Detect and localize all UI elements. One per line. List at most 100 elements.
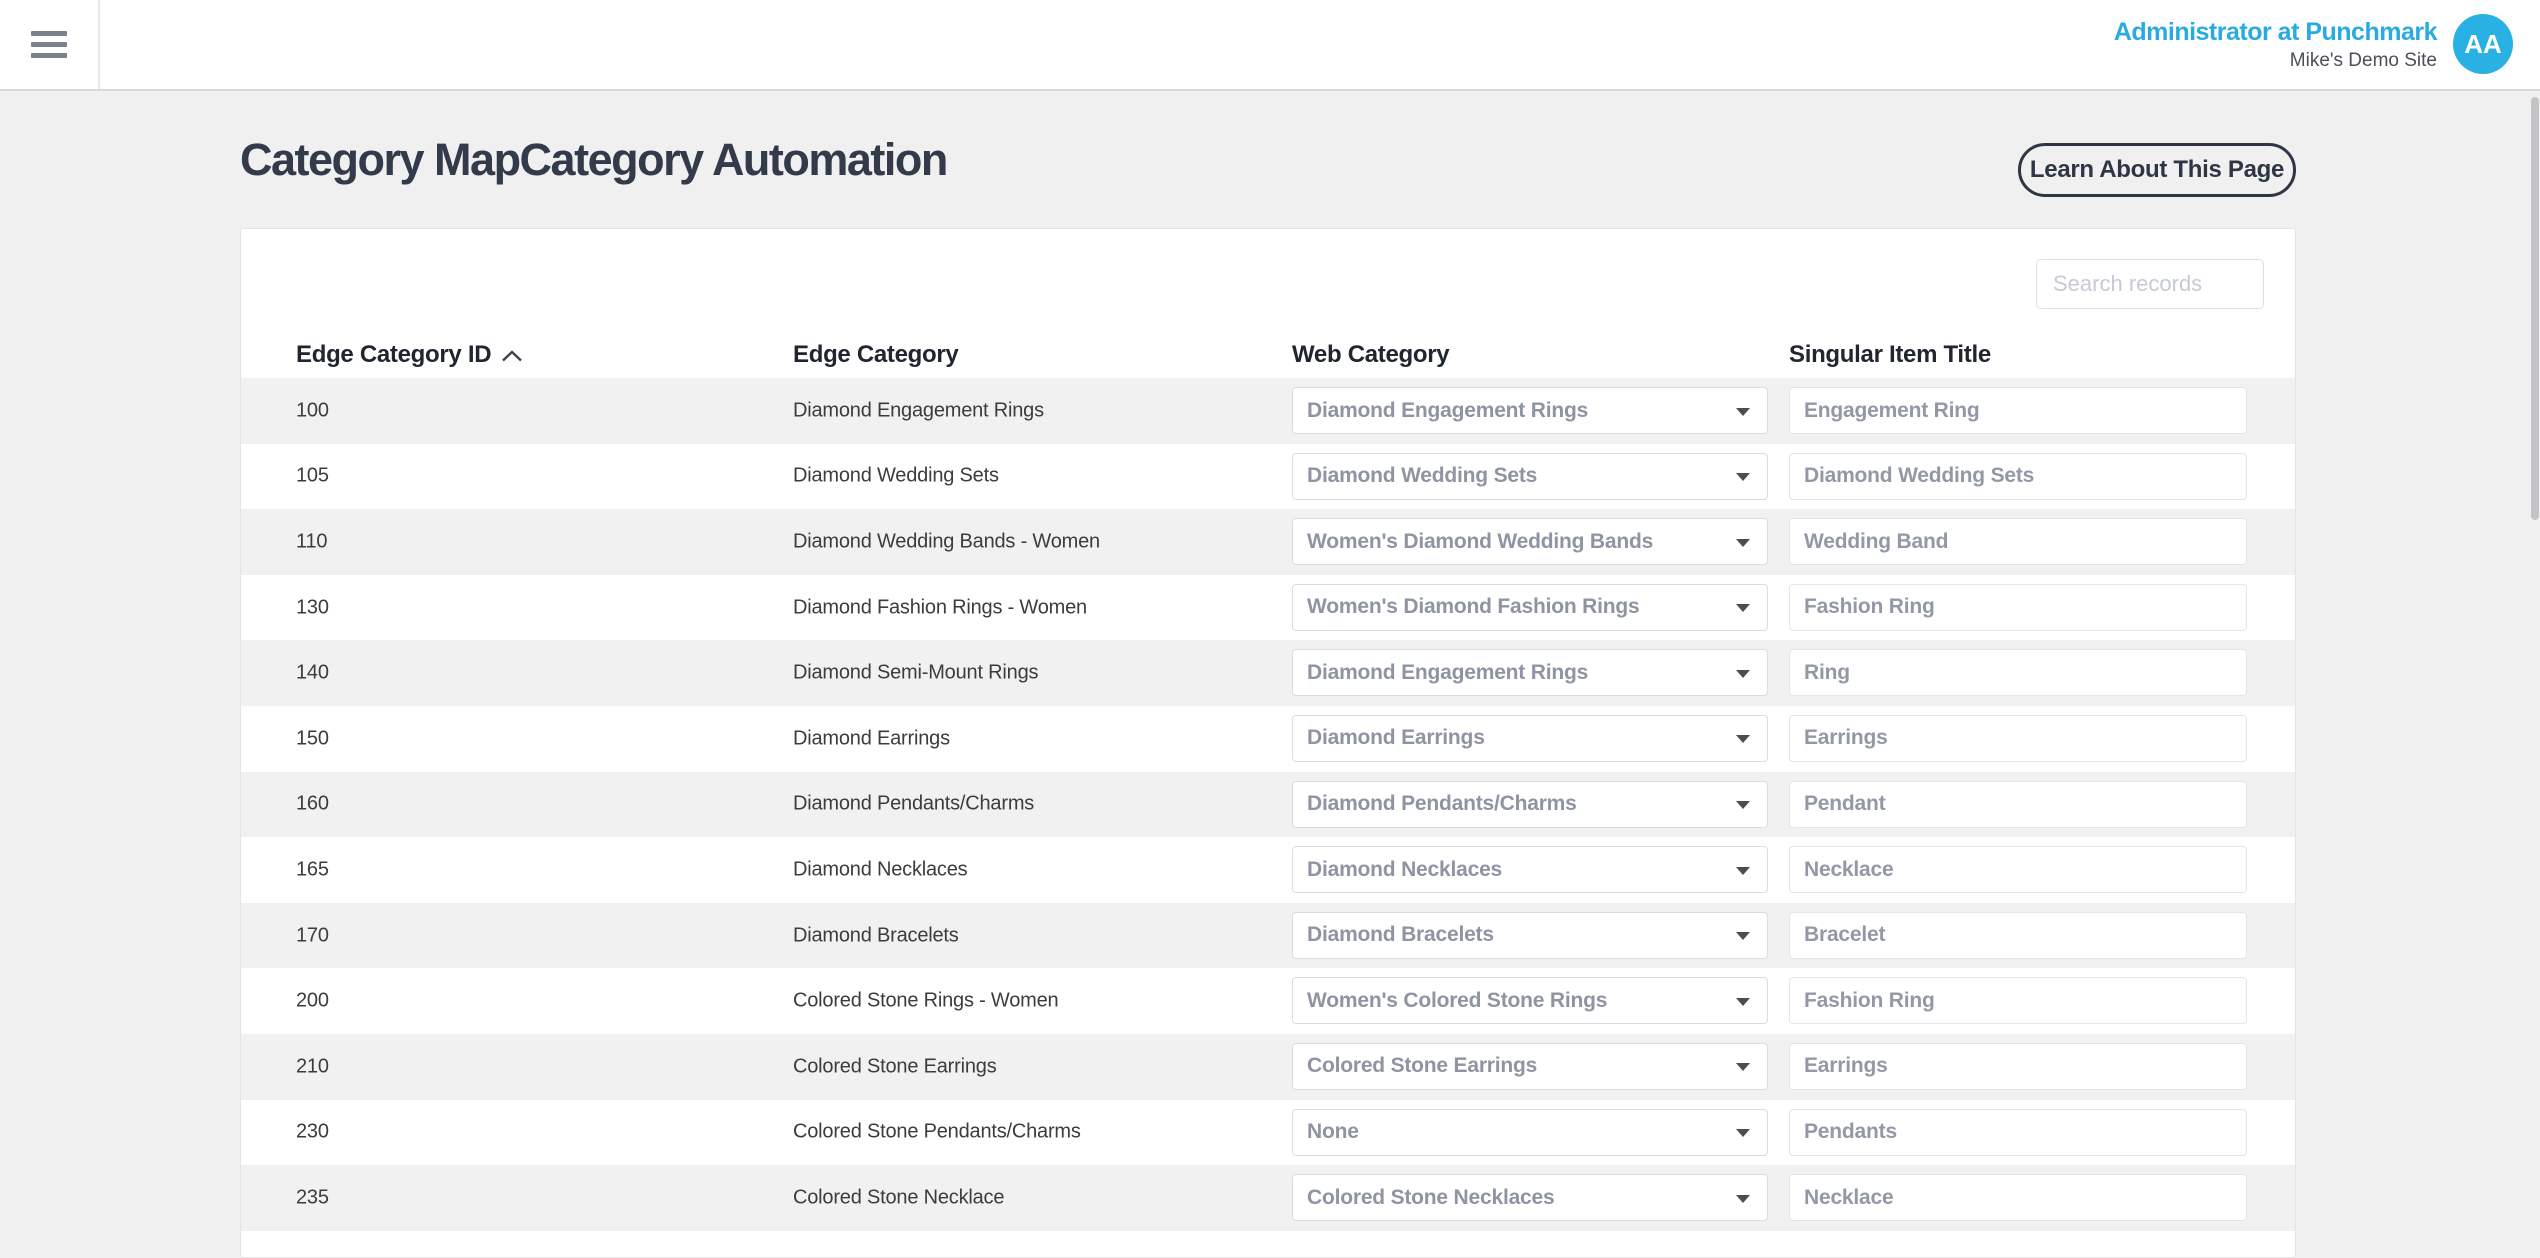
web-category-select[interactable]: Diamond Engagement Rings xyxy=(1292,649,1768,696)
web-category-selected-value: Women's Colored Stone Rings xyxy=(1307,989,1607,1013)
edge-category-id-cell: 230 xyxy=(296,1121,329,1144)
table-row: 140 Diamond Semi-Mount Rings Diamond Eng… xyxy=(241,640,2295,706)
web-category-select[interactable]: Diamond Bracelets xyxy=(1292,912,1768,959)
singular-item-title-input[interactable] xyxy=(1789,387,2247,434)
web-category-select[interactable]: None xyxy=(1292,1109,1768,1156)
chevron-down-icon xyxy=(1736,539,1750,547)
edge-category-cell: Diamond Semi-Mount Rings xyxy=(793,662,1038,685)
chevron-down-icon xyxy=(1736,735,1750,743)
singular-item-title-input[interactable] xyxy=(1789,715,2247,762)
edge-category-id-cell: 170 xyxy=(296,924,329,947)
column-header-singular-item-title: Singular Item Title xyxy=(1789,341,1991,369)
table-row: 150 Diamond Earrings Diamond Earrings xyxy=(241,706,2295,772)
edge-category-id-cell: 235 xyxy=(296,1186,329,1209)
edge-category-cell: Diamond Fashion Rings - Women xyxy=(793,596,1087,619)
edge-category-id-cell: 130 xyxy=(296,596,329,619)
singular-item-title-input[interactable] xyxy=(1789,1174,2247,1221)
column-header-edge-category: Edge Category xyxy=(793,341,958,369)
singular-item-title-input[interactable] xyxy=(1789,453,2247,500)
chevron-down-icon xyxy=(1736,1195,1750,1203)
web-category-select[interactable]: Diamond Pendants/Charms xyxy=(1292,781,1768,828)
singular-item-title-input[interactable] xyxy=(1789,518,2247,565)
web-category-selected-value: Colored Stone Necklaces xyxy=(1307,1186,1555,1210)
search-input[interactable] xyxy=(2036,259,2264,309)
singular-item-title-input[interactable] xyxy=(1789,912,2247,959)
chevron-down-icon xyxy=(1736,801,1750,809)
chevron-down-icon xyxy=(1736,1129,1750,1137)
edge-category-id-cell: 105 xyxy=(296,465,329,488)
table-row: 170 Diamond Bracelets Diamond Bracelets xyxy=(241,903,2295,969)
edge-category-cell: Diamond Necklaces xyxy=(793,858,967,881)
table-row: 130 Diamond Fashion Rings - Women Women'… xyxy=(241,575,2295,641)
column-header-label: Edge Category ID xyxy=(296,341,491,369)
page-title: Category MapCategory Automation xyxy=(240,134,947,186)
singular-item-title-input[interactable] xyxy=(1789,649,2247,696)
singular-item-title-input[interactable] xyxy=(1789,977,2247,1024)
web-category-selected-value: Diamond Necklaces xyxy=(1307,858,1502,882)
chevron-down-icon xyxy=(1736,408,1750,416)
edge-category-cell: Diamond Pendants/Charms xyxy=(793,793,1034,816)
chevron-down-icon xyxy=(1736,998,1750,1006)
singular-item-title-input[interactable] xyxy=(1789,1043,2247,1090)
web-category-select[interactable]: Women's Diamond Wedding Bands xyxy=(1292,518,1768,565)
web-category-selected-value: Women's Diamond Fashion Rings xyxy=(1307,595,1640,619)
edge-category-id-cell: 165 xyxy=(296,858,329,881)
edge-category-id-cell: 200 xyxy=(296,990,329,1013)
edge-category-id-cell: 150 xyxy=(296,727,329,750)
learn-about-page-button[interactable]: Learn About This Page xyxy=(2018,143,2296,197)
web-category-select[interactable]: Diamond Engagement Rings xyxy=(1292,387,1768,434)
user-info: Administrator at Punchmark Mike's Demo S… xyxy=(2114,18,2437,72)
site-name: Mike's Demo Site xyxy=(2114,50,2437,72)
top-bar: Administrator at Punchmark Mike's Demo S… xyxy=(0,0,2540,91)
avatar[interactable]: AA xyxy=(2453,14,2513,74)
table-row: 110 Diamond Wedding Bands - Women Women'… xyxy=(241,509,2295,575)
edge-category-id-cell: 160 xyxy=(296,793,329,816)
table-row: 235 Colored Stone Necklace Colored Stone… xyxy=(241,1165,2295,1231)
web-category-selected-value: Women's Diamond Wedding Bands xyxy=(1307,530,1653,554)
web-category-selected-value: Diamond Bracelets xyxy=(1307,923,1494,947)
singular-item-title-input[interactable] xyxy=(1789,1109,2247,1156)
edge-category-cell: Diamond Bracelets xyxy=(793,924,959,947)
web-category-selected-value: Diamond Earrings xyxy=(1307,726,1485,750)
edge-category-id-cell: 110 xyxy=(296,530,327,553)
table-row: 105 Diamond Wedding Sets Diamond Wedding… xyxy=(241,444,2295,510)
web-category-select[interactable]: Colored Stone Earrings xyxy=(1292,1043,1768,1090)
web-category-select[interactable]: Diamond Necklaces xyxy=(1292,846,1768,893)
singular-item-title-input[interactable] xyxy=(1789,846,2247,893)
web-category-select[interactable]: Colored Stone Necklaces xyxy=(1292,1174,1768,1221)
scrollbar-thumb[interactable] xyxy=(2531,97,2539,520)
edge-category-cell: Diamond Engagement Rings xyxy=(793,399,1044,422)
web-category-selected-value: Diamond Engagement Rings xyxy=(1307,399,1588,423)
edge-category-cell: Colored Stone Rings - Women xyxy=(793,990,1058,1013)
column-header-edge-category-id[interactable]: Edge Category ID xyxy=(296,341,523,369)
edge-category-cell: Diamond Earrings xyxy=(793,727,950,750)
page-scrollbar[interactable] xyxy=(2530,93,2540,1216)
singular-item-title-input[interactable] xyxy=(1789,584,2247,631)
web-category-select[interactable]: Diamond Earrings xyxy=(1292,715,1768,762)
web-category-selected-value: None xyxy=(1307,1120,1359,1144)
user-name: Administrator at Punchmark xyxy=(2114,18,2437,47)
edge-category-cell: Diamond Wedding Sets xyxy=(793,465,999,488)
web-category-select[interactable]: Women's Colored Stone Rings xyxy=(1292,977,1768,1024)
web-category-selected-value: Colored Stone Earrings xyxy=(1307,1054,1537,1078)
chevron-down-icon xyxy=(1736,604,1750,612)
edge-category-cell: Colored Stone Pendants/Charms xyxy=(793,1121,1081,1144)
web-category-select[interactable]: Women's Diamond Fashion Rings xyxy=(1292,584,1768,631)
table-row: 100 Diamond Engagement Rings Diamond Eng… xyxy=(241,378,2295,444)
edge-category-id-cell: 140 xyxy=(296,662,329,685)
column-header-web-category: Web Category xyxy=(1292,341,1449,369)
sort-ascending-icon xyxy=(501,349,523,363)
chevron-down-icon xyxy=(1736,1063,1750,1071)
hamburger-menu-button[interactable] xyxy=(0,0,100,89)
web-category-selected-value: Diamond Pendants/Charms xyxy=(1307,792,1577,816)
table-row: 200 Colored Stone Rings - Women Women's … xyxy=(241,968,2295,1034)
table-row: 210 Colored Stone Earrings Colored Stone… xyxy=(241,1034,2295,1100)
singular-item-title-input[interactable] xyxy=(1789,781,2247,828)
edge-category-cell: Colored Stone Necklace xyxy=(793,1186,1004,1209)
chevron-down-icon xyxy=(1736,867,1750,875)
chevron-down-icon xyxy=(1736,473,1750,481)
chevron-down-icon xyxy=(1736,670,1750,678)
table-header-row: Edge Category ID Edge Category Web Categ… xyxy=(241,333,2295,377)
edge-category-cell: Colored Stone Earrings xyxy=(793,1055,997,1078)
web-category-select[interactable]: Diamond Wedding Sets xyxy=(1292,453,1768,500)
